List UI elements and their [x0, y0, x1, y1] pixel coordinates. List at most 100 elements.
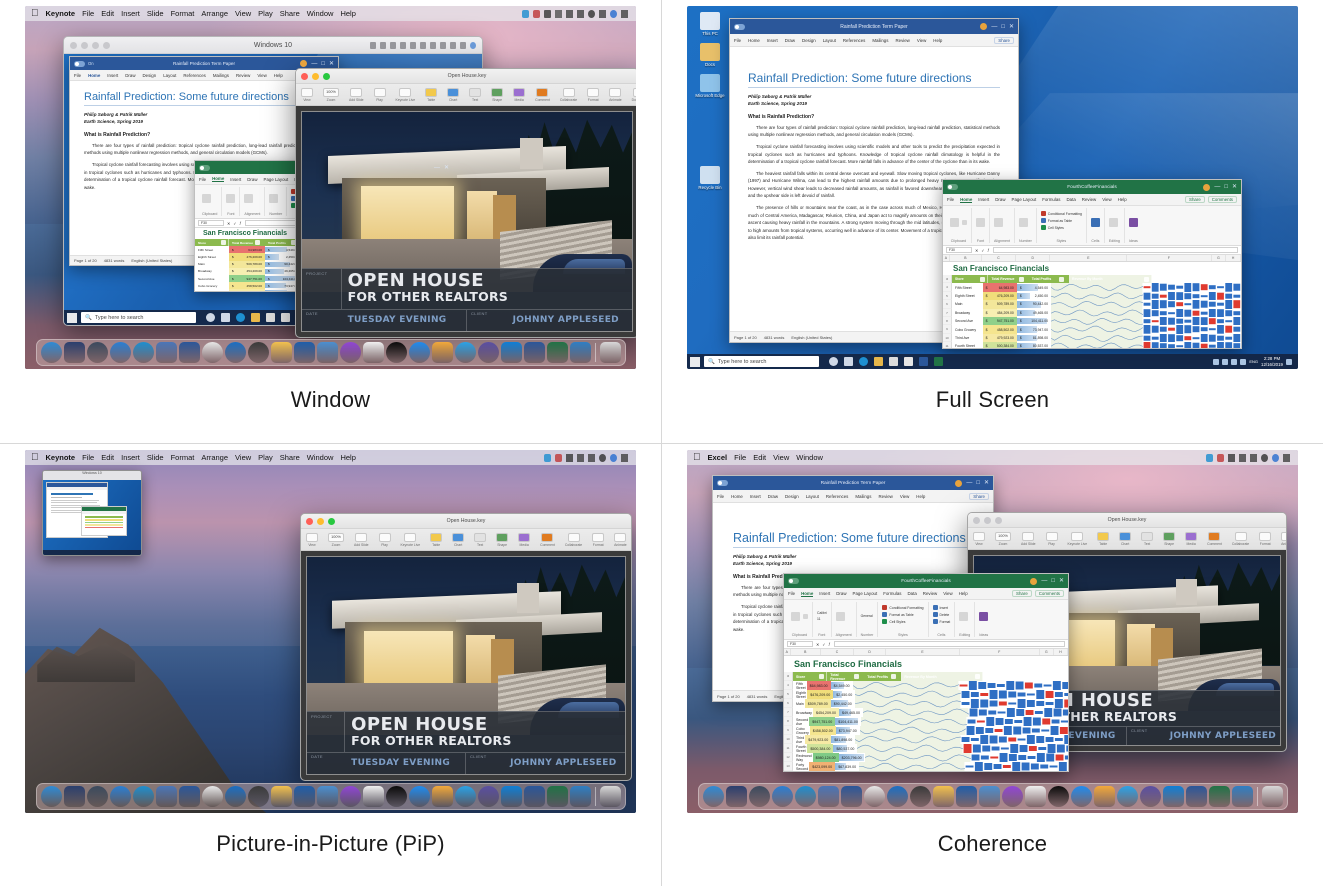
menu-view[interactable]: View: [773, 453, 789, 462]
dock-item-appletv[interactable]: [1048, 786, 1069, 807]
menu-window[interactable]: Window: [307, 9, 334, 18]
tab-draw[interactable]: Draw: [785, 38, 795, 43]
cell-total-profits[interactable]: $819,609.00: [865, 771, 902, 772]
maximize-button[interactable]: □: [1224, 184, 1228, 190]
task-view-icon[interactable]: [844, 357, 853, 366]
dock-item-word2[interactable]: [1186, 786, 1207, 807]
cell-profit-by-month-sparkline[interactable]: [959, 681, 1068, 690]
table-row[interactable]: 13Forty Second$423,099.00$67,839.00: [784, 762, 1068, 771]
share-button[interactable]: Share: [1012, 590, 1032, 597]
dock-item-word2[interactable]: [524, 342, 545, 363]
word-ribbon-tabs[interactable]: File Home Insert Draw Design Layout Refe…: [730, 34, 1018, 47]
share-button[interactable]: Share: [969, 493, 989, 500]
tab-formulas[interactable]: Formulas: [883, 591, 901, 596]
tab-formulas[interactable]: Formulas: [1042, 197, 1060, 202]
cell-store[interactable]: Forty Second: [793, 762, 809, 771]
tab-insert[interactable]: Insert: [978, 197, 989, 202]
table-row[interactable]: 5Eighth Street$476,209.00$2,450.00: [943, 292, 1241, 300]
dock-item-windows-apps[interactable]: [818, 786, 839, 807]
filter-icon[interactable]: [1061, 674, 1066, 679]
dock-item-trash[interactable]: [600, 342, 621, 363]
dock-item-tools[interactable]: [979, 786, 1000, 807]
mac-menu-bar[interactable]:  Keynote File Edit Insert Slide Format …: [25, 450, 636, 465]
column-header-cell[interactable]: Profit By Month: [1152, 275, 1241, 283]
cell-store[interactable]: Third Ave: [793, 735, 805, 744]
menu-bar-status-icons[interactable]: [1206, 454, 1292, 462]
cell-store[interactable]: Eighth Street: [195, 253, 229, 260]
maximize-button[interactable]: □: [1051, 578, 1055, 584]
function-icon[interactable]: ƒ: [239, 221, 241, 225]
tab-home[interactable]: Home: [748, 38, 760, 43]
control-center-icon[interactable]: [621, 454, 628, 462]
cell-store[interactable]: Cobo Grocery: [793, 726, 810, 735]
cell-profit-by-month-sparkline[interactable]: [961, 690, 1068, 699]
dock-item-windows[interactable]: [501, 786, 522, 807]
table-row[interactable]: 4Fifth Street$64,983.00$4,549.00: [784, 681, 1068, 690]
keynote-window[interactable]: Open House.key View100%ZoomAdd SlidePlay…: [295, 68, 636, 338]
add-slide-icon[interactable]: [350, 88, 362, 97]
keynote-tool-format[interactable]: Format: [1254, 532, 1276, 546]
cell-profit-by-month-sparkline[interactable]: [1143, 317, 1241, 325]
dock-item-finder[interactable]: [703, 786, 724, 807]
format-icon[interactable]: [1259, 532, 1271, 541]
menu-file[interactable]: File: [82, 9, 94, 18]
column-header-B[interactable]: B: [950, 255, 982, 261]
battery-icon[interactable]: [566, 454, 573, 462]
comment-icon[interactable]: [1208, 532, 1220, 541]
editing-icon[interactable]: [959, 612, 968, 621]
tab-design[interactable]: Design: [785, 494, 799, 499]
cell-total-revenue[interactable]: $454,209.00: [229, 268, 265, 275]
menu-window[interactable]: Window: [307, 453, 334, 462]
cell-total-revenue[interactable]: $509,789.00: [983, 300, 1017, 308]
dock-item-edge[interactable]: [795, 786, 816, 807]
keynote-tool-comment[interactable]: Comment: [1202, 532, 1227, 546]
filter-icon[interactable]: [255, 240, 260, 245]
keynote-tool-shape[interactable]: Shape: [1158, 532, 1180, 546]
cell-total-revenue[interactable]: $947,751.00: [809, 717, 835, 726]
cell-total-revenue[interactable]: $479,923.00: [805, 735, 831, 744]
keynote-live-icon[interactable]: [1071, 532, 1083, 541]
table-row[interactable]: 9Cobo Grocery$458,502.00$73,947.00: [943, 325, 1241, 333]
cell-revenue-by-month-sparkline[interactable]: [1051, 283, 1143, 291]
cell-profit-by-month-sparkline[interactable]: [1143, 342, 1241, 349]
dock-item-skype[interactable]: [455, 342, 476, 363]
dock-item-photos[interactable]: [202, 786, 223, 807]
keynote-live-icon[interactable]: [399, 88, 411, 97]
minimize-button[interactable]: —: [966, 480, 972, 486]
play-icon[interactable]: [374, 88, 386, 97]
text-icon[interactable]: [469, 88, 481, 97]
table-row[interactable]: 7Broadway$454,209.00$49,465.00: [784, 708, 1068, 717]
search-icon[interactable]: [599, 454, 606, 462]
language-indicator[interactable]: ENG: [1249, 359, 1258, 364]
keynote-slide[interactable]: PROJECT OPEN HOUSE FOR OTHER REALTORS DA…: [301, 111, 633, 332]
shape-icon[interactable]: [496, 533, 508, 542]
excel-ribbon-body[interactable]: Clipboard Font Alignment Number: [943, 206, 1241, 246]
collaborate-icon[interactable]: [568, 533, 580, 542]
row-header[interactable]: 4: [943, 283, 952, 291]
cell-total-profits[interactable]: $104,411.00: [1017, 317, 1051, 325]
cell-profit-by-month-sparkline[interactable]: [983, 771, 1068, 772]
menu-play[interactable]: Play: [258, 9, 273, 18]
format-icon[interactable]: [587, 88, 599, 97]
ribbon-group-clipboard[interactable]: Clipboard: [787, 602, 813, 637]
menu-arrange[interactable]: Arrange: [201, 9, 228, 18]
cell-store[interactable]: Main: [952, 300, 983, 308]
maximize-button[interactable]: □: [976, 480, 980, 486]
row-header[interactable]: 5: [943, 292, 952, 300]
word-share-group[interactable]: Share: [969, 493, 989, 500]
cell-total-profits[interactable]: $90,442.00: [831, 699, 855, 708]
tab-insert[interactable]: Insert: [819, 591, 830, 596]
keynote-tool-format[interactable]: Format: [582, 88, 604, 102]
dock-item-internet-explorer[interactable]: [887, 786, 908, 807]
chevron-up-icon[interactable]: [1222, 359, 1228, 365]
volume-icon[interactable]: [1240, 359, 1246, 365]
tab-view[interactable]: View: [1102, 197, 1111, 202]
formula-input[interactable]: [993, 247, 1239, 254]
cell-revenue-by-month-sparkline[interactable]: [855, 690, 961, 699]
excel-column-headers[interactable]: ABCDEFGH: [784, 649, 1068, 656]
animate-icon[interactable]: [614, 533, 626, 542]
battery-icon[interactable]: [544, 10, 551, 18]
paste-icon[interactable]: [202, 194, 211, 203]
menu-share[interactable]: Share: [280, 9, 300, 18]
cell-total-profits[interactable]: $4,549.00: [831, 681, 853, 690]
